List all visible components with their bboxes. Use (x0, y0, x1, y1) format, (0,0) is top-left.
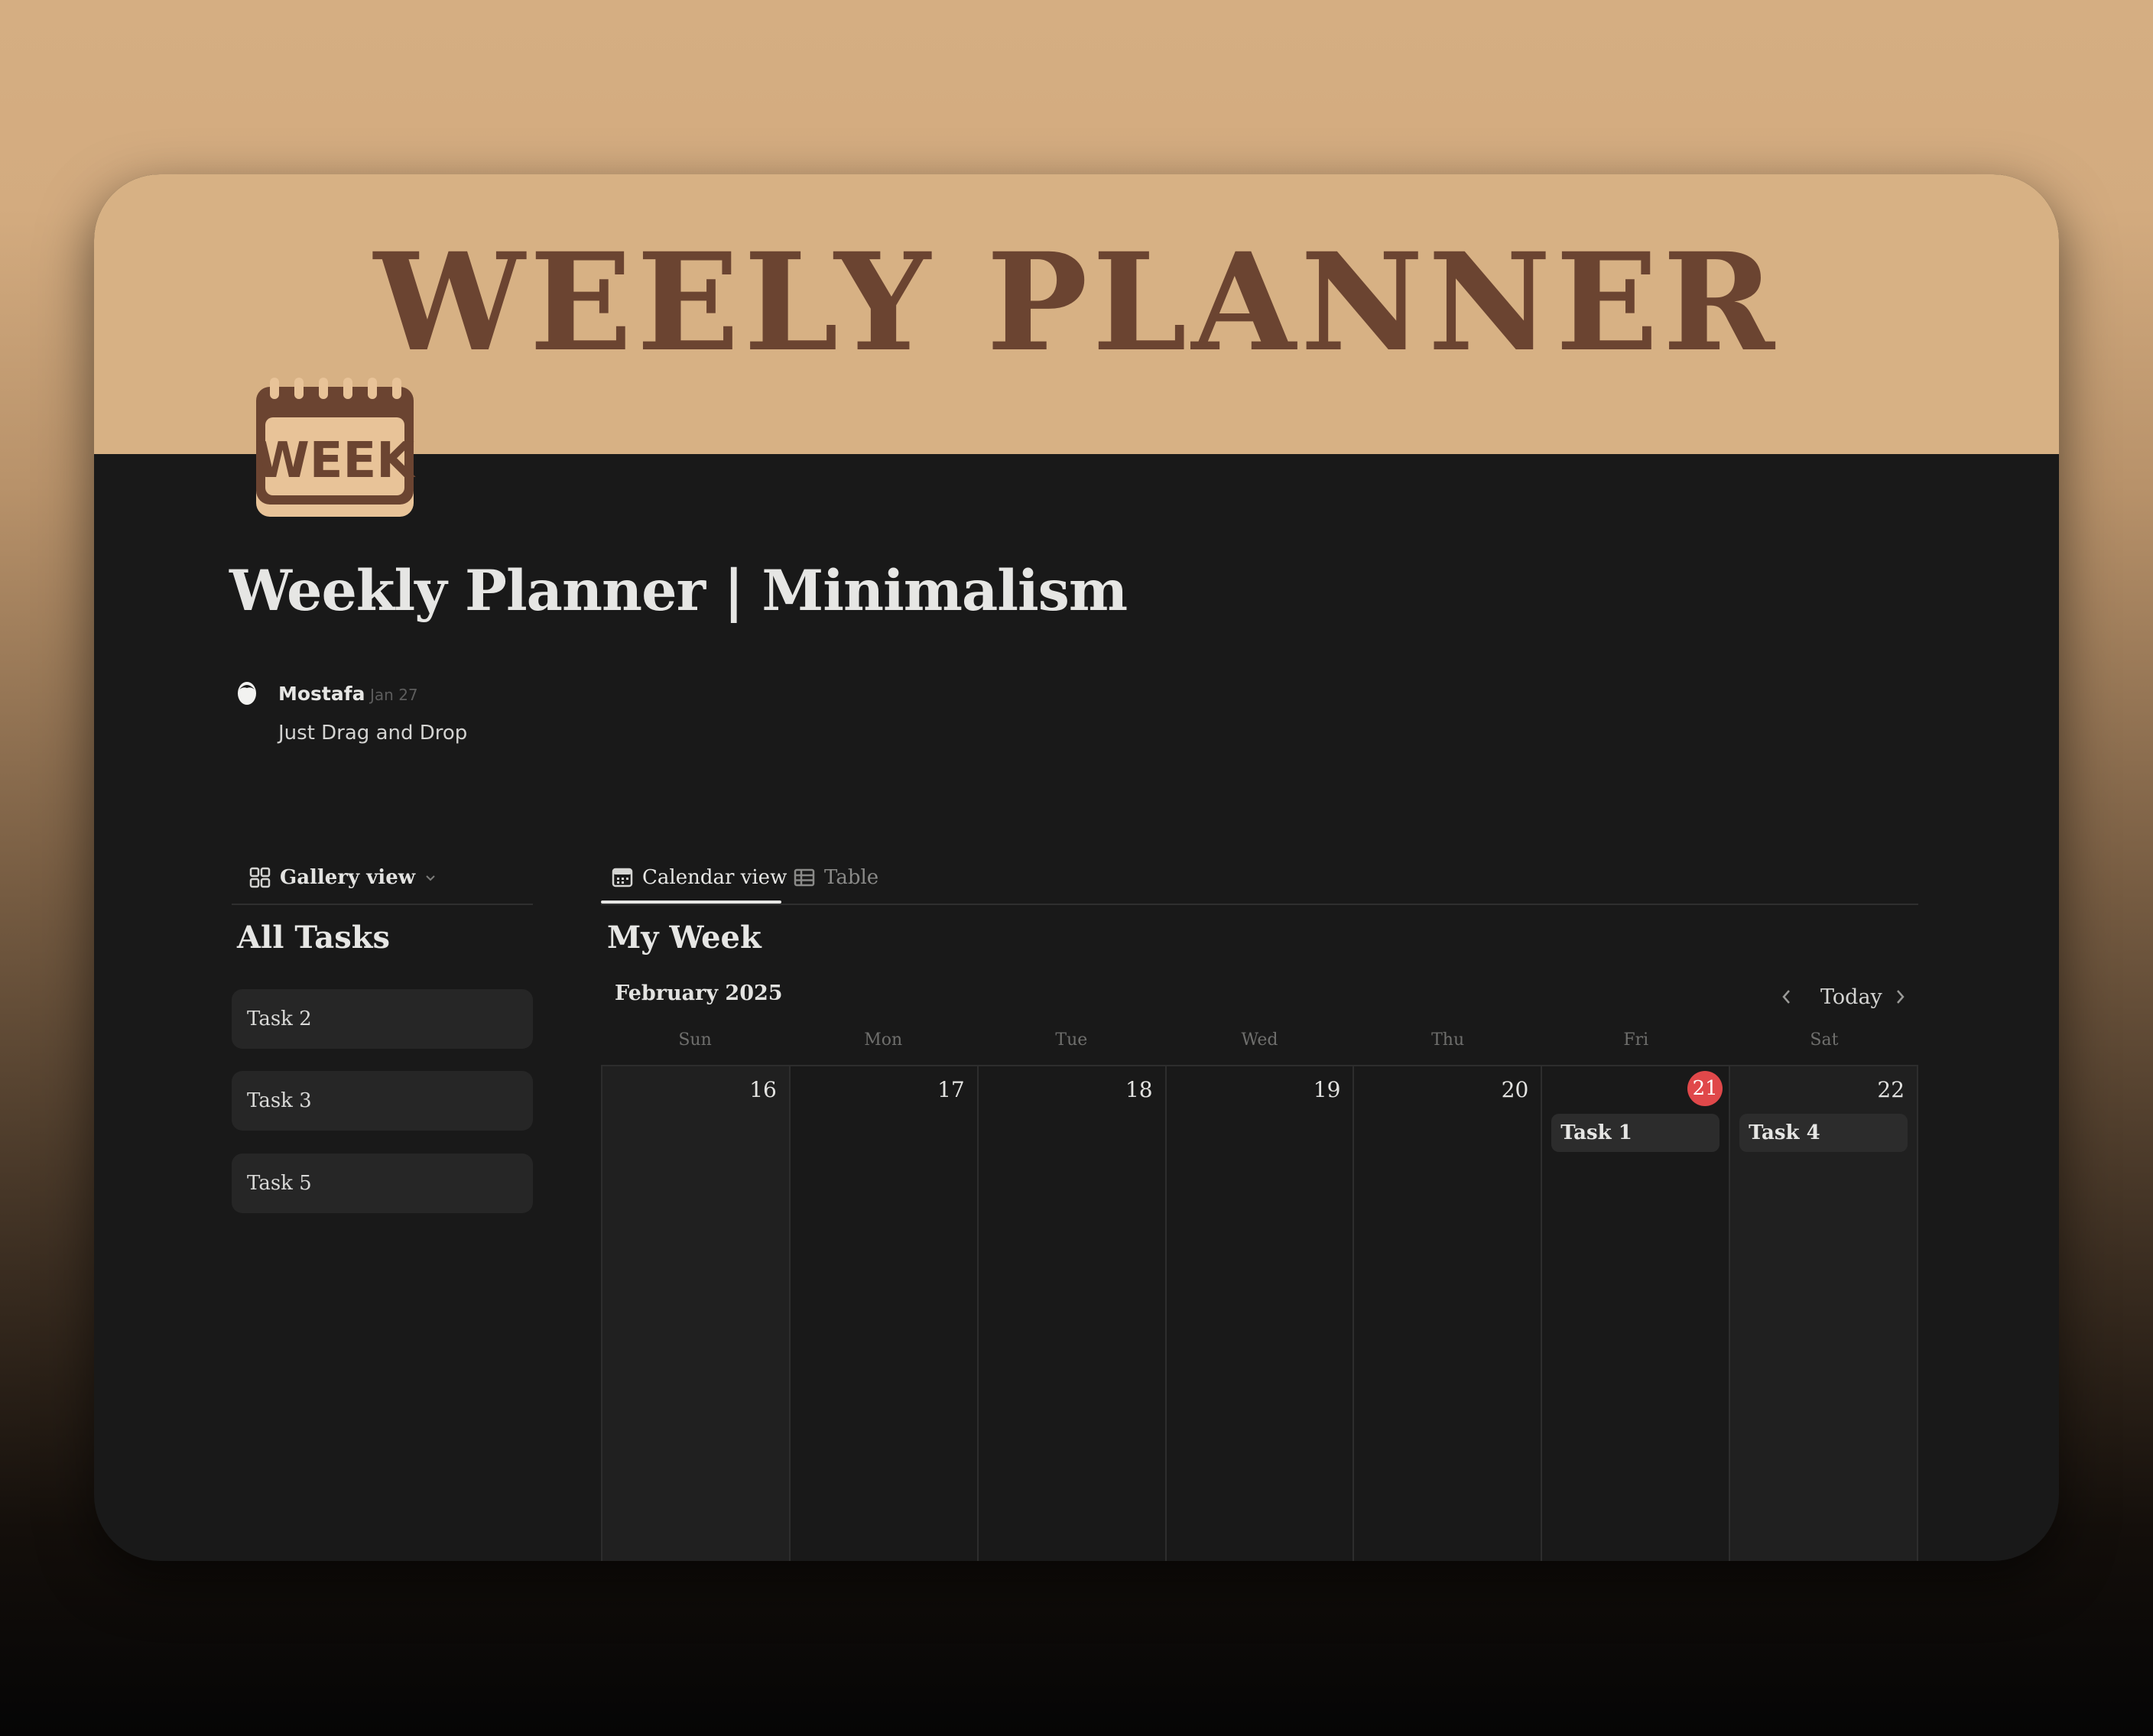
calendar-day-cell[interactable]: 16 (602, 1066, 791, 1561)
gallery-card-label: Task 5 (247, 1172, 312, 1195)
gallery-card-label: Task 2 (247, 1008, 312, 1030)
calendar-icon (612, 868, 633, 887)
day-number: 20 (1501, 1077, 1529, 1102)
calendar-event[interactable]: Task 4 (1739, 1114, 1908, 1152)
week-calendar-icon[interactable]: WEEK (253, 375, 417, 520)
gallery-card[interactable]: Task 2 (232, 989, 533, 1049)
weekday-label: Sun (678, 1030, 712, 1050)
calendar-divider (601, 904, 1918, 905)
weekday-label: Mon (864, 1030, 903, 1050)
gallery-view-tab[interactable]: Gallery view (249, 861, 437, 894)
today-badge: 21 (1687, 1071, 1723, 1106)
calendar-day-cell[interactable]: 22 Task 4 (1730, 1066, 1919, 1561)
day-number: 18 (1125, 1077, 1153, 1102)
chevron-right-icon (1897, 990, 1905, 1004)
gallery-view-label: Gallery view (280, 866, 416, 889)
calendar-day-cell[interactable]: 20 (1354, 1066, 1543, 1561)
tab-table-label: Table (824, 866, 879, 889)
cover-title: WEELY PLANNER (373, 223, 1780, 381)
weekday-label: Wed (1241, 1030, 1278, 1050)
day-number: 17 (937, 1077, 965, 1102)
gallery-divider (232, 904, 533, 905)
calendar-event[interactable]: Task 1 (1551, 1114, 1720, 1152)
calendar-day-cell[interactable]: 19 (1167, 1066, 1355, 1561)
page-title[interactable]: Weekly Planner | Minimalism (229, 558, 1128, 624)
gallery-card-label: Task 3 (247, 1089, 312, 1112)
notion-page-window: WEELY PLANNER WEEK Weekly Planner | Mini… (94, 174, 2059, 1561)
gallery-card[interactable]: Task 5 (232, 1154, 533, 1213)
calendar-day-cell[interactable]: 17 (791, 1066, 979, 1561)
weekday-label: Sat (1810, 1030, 1839, 1050)
tab-calendar-view-label: Calendar view (642, 866, 787, 889)
gallery-card[interactable]: Task 3 (232, 1071, 533, 1131)
gallery-grid-icon (249, 867, 271, 888)
avatar (238, 682, 256, 705)
calendar-week-grid: 16 17 18 19 20 21 Task 1 22 Task 4 (601, 1065, 1919, 1561)
calendar-day-cell[interactable]: 21 Task 1 (1542, 1066, 1731, 1561)
day-number: 19 (1313, 1077, 1341, 1102)
chevron-left-icon (1782, 990, 1790, 1004)
icon-text: WEEK (255, 433, 416, 489)
comment-text: Just Drag and Drop (278, 722, 468, 745)
calendar-day-cell[interactable]: 18 (979, 1066, 1167, 1561)
weekday-label: Fri (1623, 1030, 1649, 1050)
gallery-title: All Tasks (237, 920, 390, 956)
next-week-button[interactable] (1892, 982, 1908, 1012)
day-number: 22 (1877, 1077, 1905, 1102)
day-number: 16 (749, 1077, 777, 1102)
chevron-down-icon[interactable] (424, 871, 437, 884)
active-tab-indicator (601, 900, 781, 904)
weekday-label: Tue (1055, 1030, 1088, 1050)
month-label: February 2025 (615, 982, 783, 1005)
comment-date: Jan 27 (370, 686, 418, 704)
tab-table[interactable]: Table (794, 861, 878, 894)
tab-calendar-view[interactable]: Calendar view (612, 861, 787, 894)
comment-author: Mostafa (278, 683, 365, 705)
prev-week-button[interactable] (1779, 982, 1794, 1012)
table-icon (794, 868, 815, 887)
weekday-header: Sun Mon Tue Wed Thu Fri Sat (601, 1030, 1918, 1061)
calendar-title: My Week (607, 920, 762, 956)
weekday-label: Thu (1431, 1030, 1465, 1050)
today-button[interactable]: Today (1820, 982, 1882, 1012)
